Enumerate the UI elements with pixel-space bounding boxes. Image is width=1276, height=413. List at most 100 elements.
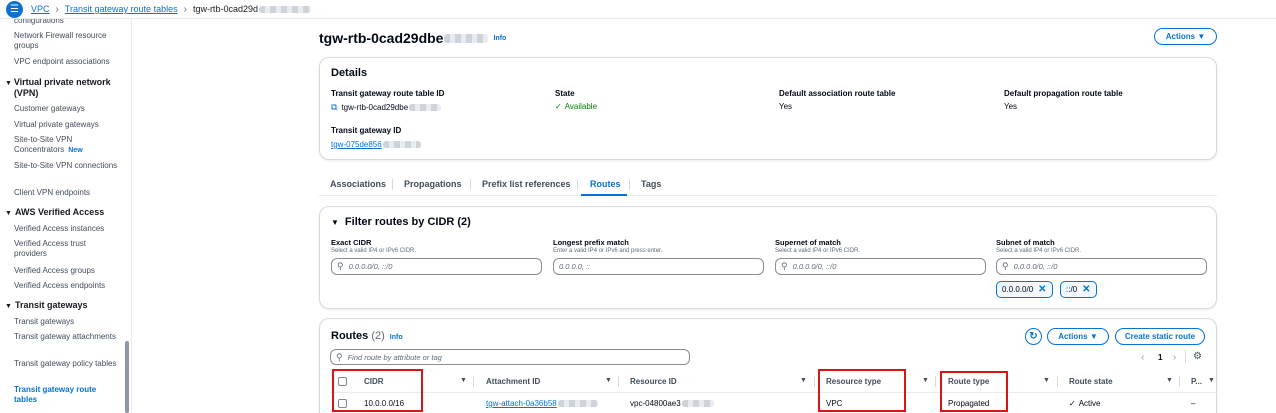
sidebar-item-network-firewall-resource-groups[interactable]: Network Firewall resource groups: [14, 31, 120, 51]
sort-icon[interactable]: ▼: [800, 377, 807, 384]
breadcrumb-current: tgw-rtb-0cad29d: [192, 4, 258, 14]
sidebar-item-virtual-private-gateways[interactable]: Virtual private gateways: [14, 120, 120, 130]
sidebar-item-client-vpn-endpoints[interactable]: Client VPN endpoints: [14, 188, 120, 198]
redacted-text: [409, 104, 442, 111]
gear-icon[interactable]: ⚙: [1193, 351, 1202, 362]
filter-title[interactable]: ▼ Filter routes by CIDR (2): [331, 216, 471, 228]
breadcrumb-vpc[interactable]: VPC: [31, 4, 50, 14]
sidebar-item-verified-access-trust-providers[interactable]: Verified Access trust providers: [14, 239, 120, 259]
actions-button[interactable]: Actions ▼: [1154, 28, 1217, 45]
info-link[interactable]: Info: [493, 35, 506, 42]
tab-bar: Associations Propagations Prefix list re…: [319, 174, 1217, 196]
refresh-button[interactable]: ↻: [1025, 328, 1042, 345]
tab-tags[interactable]: Tags: [641, 179, 661, 189]
sidebar-item-vpc-endpoint-associations[interactable]: VPC endpoint associations: [14, 57, 120, 67]
highlight-resource-type: [818, 369, 906, 412]
check-circle-icon: ✓: [555, 102, 562, 111]
close-icon[interactable]: ✕: [1082, 284, 1090, 295]
sort-icon[interactable]: ▼: [605, 377, 612, 384]
sidebar-item-verified-access-groups[interactable]: Verified Access groups: [14, 266, 120, 276]
exact-cidr-input[interactable]: ⚲ 0.0.0.0/0, ::/0: [331, 258, 542, 275]
sort-icon[interactable]: ▼: [922, 377, 929, 384]
search-icon: ⚲: [781, 261, 788, 271]
default-association-value: Yes: [779, 102, 793, 111]
supernet-description: Select a valid IP4 or IPv6 CIDR.: [775, 248, 861, 254]
cell-attachment-id[interactable]: tgw-attach-0a36b58: [486, 399, 598, 408]
filter-card: ▼ Filter routes by CIDR (2) Exact CIDR Se…: [319, 206, 1217, 309]
sidebar-scrollbar[interactable]: [125, 341, 129, 413]
tab-propagations[interactable]: Propagations: [404, 179, 462, 189]
column-divider: [1179, 376, 1180, 387]
sidebar-item-verified-access-endpoints[interactable]: Verified Access endpoints: [14, 281, 120, 291]
sort-icon[interactable]: ▼: [1043, 377, 1050, 384]
create-static-route-button[interactable]: Create static route: [1115, 328, 1205, 345]
redacted-text: [444, 33, 489, 43]
caret-down-icon: ▼: [331, 218, 339, 227]
sidebar-item-configurations[interactable]: configurations: [14, 19, 120, 26]
info-link[interactable]: Info: [390, 334, 403, 341]
menu-icon[interactable]: ☰: [6, 0, 23, 18]
new-badge: New: [68, 147, 83, 154]
prev-page-icon[interactable]: ‹: [1141, 352, 1144, 363]
sidebar: configurations Network Firewall resource…: [0, 19, 132, 413]
caret-down-icon: ▼: [1197, 32, 1206, 41]
supernet-label: Supernet of match: [775, 238, 841, 247]
tab-associations[interactable]: Associations: [330, 179, 386, 189]
sidebar-item-transit-gateways[interactable]: Transit gateways: [14, 317, 120, 327]
caret-down-icon: ▼: [1089, 332, 1098, 341]
sidebar-item-transit-gateway-attachments[interactable]: Transit gateway attachments: [14, 332, 120, 342]
tab-divider: [470, 179, 471, 190]
column-divider: [618, 376, 619, 387]
close-icon[interactable]: ✕: [1038, 284, 1046, 295]
subnet-description: Select a valid IP4 or IPv6 CIDR.: [996, 248, 1082, 254]
tab-divider: [392, 179, 393, 190]
longest-prefix-label: Longest prefix match: [553, 238, 629, 247]
sidebar-item-vpn-concentrators[interactable]: Site-to-Site VPN Concentrators New: [14, 135, 120, 156]
chevron-right-icon: ›: [55, 3, 59, 15]
sidebar-item-customer-gateways[interactable]: Customer gateways: [14, 104, 120, 114]
longest-prefix-input[interactable]: 0.0.0.0, ::: [553, 258, 764, 275]
page-number[interactable]: 1: [1158, 353, 1162, 362]
highlight-cidr: [332, 369, 423, 412]
exact-cidr-description: Select a valid IP4 or IPv6 CIDR.: [331, 248, 417, 254]
sidebar-item-transit-gateway-route-tables[interactable]: Transit gateway route tables: [14, 385, 120, 405]
state-label: State: [555, 89, 575, 98]
sidebar-section-vpn[interactable]: ▼ Virtual private network (VPN): [5, 77, 123, 99]
subnet-input[interactable]: ⚲ 0.0.0.0/0, ::/0: [996, 258, 1207, 275]
supernet-input[interactable]: ⚲ 0.0.0.0/0, ::/0: [775, 258, 986, 275]
cell-p: –: [1191, 399, 1196, 408]
table-header-divider: [330, 392, 1217, 393]
transit-gateway-id-value[interactable]: tgw-075de856: [331, 140, 421, 149]
sort-icon[interactable]: ▼: [460, 377, 467, 384]
sort-icon[interactable]: ▼: [1166, 377, 1173, 384]
sidebar-item-verified-access-instances[interactable]: Verified Access instances: [14, 224, 120, 234]
tab-routes[interactable]: Routes: [590, 179, 621, 189]
column-header-attachment-id[interactable]: Attachment ID: [486, 377, 540, 386]
column-header-resource-id[interactable]: Resource ID: [630, 377, 677, 386]
column-divider: [935, 376, 936, 387]
redacted-text: [681, 400, 714, 407]
breadcrumb-route-tables[interactable]: Transit gateway route tables: [65, 4, 178, 14]
column-header-route-state[interactable]: Route state: [1069, 377, 1113, 386]
top-bar: ☰ VPC › Transit gateway route tables › t…: [0, 0, 1276, 19]
sort-icon[interactable]: ▼: [1208, 377, 1215, 384]
route-search-input[interactable]: ⚲ Find route by attribute or tag: [330, 349, 690, 365]
default-propagation-value: Yes: [1004, 102, 1018, 111]
search-icon: ⚲: [337, 261, 344, 271]
routes-actions-button[interactable]: Actions ▼: [1047, 328, 1109, 345]
tab-divider: [577, 179, 578, 190]
tab-prefix-list-references[interactable]: Prefix list references: [482, 179, 571, 189]
redacted-text: [557, 400, 598, 407]
column-header-p[interactable]: P...: [1191, 377, 1202, 386]
caret-down-icon: ▼: [5, 303, 12, 310]
sidebar-section-verified-access[interactable]: ▼ AWS Verified Access: [5, 207, 123, 219]
copy-icon[interactable]: ⧉: [331, 102, 337, 113]
redacted-text: [382, 141, 421, 148]
sidebar-item-transit-gateway-policy-tables[interactable]: Transit gateway policy tables: [14, 359, 120, 369]
sidebar-section-transit-gateways[interactable]: ▼ Transit gateways: [5, 300, 123, 312]
longest-prefix-description: Enter a valid IP4 or IPv6 and press ente…: [553, 248, 663, 254]
sidebar-item-vpn-connections[interactable]: Site-to-Site VPN connections: [14, 161, 120, 171]
state-value: ✓ Available: [555, 102, 598, 111]
next-page-icon[interactable]: ›: [1173, 352, 1176, 363]
redacted-text: [258, 5, 311, 13]
